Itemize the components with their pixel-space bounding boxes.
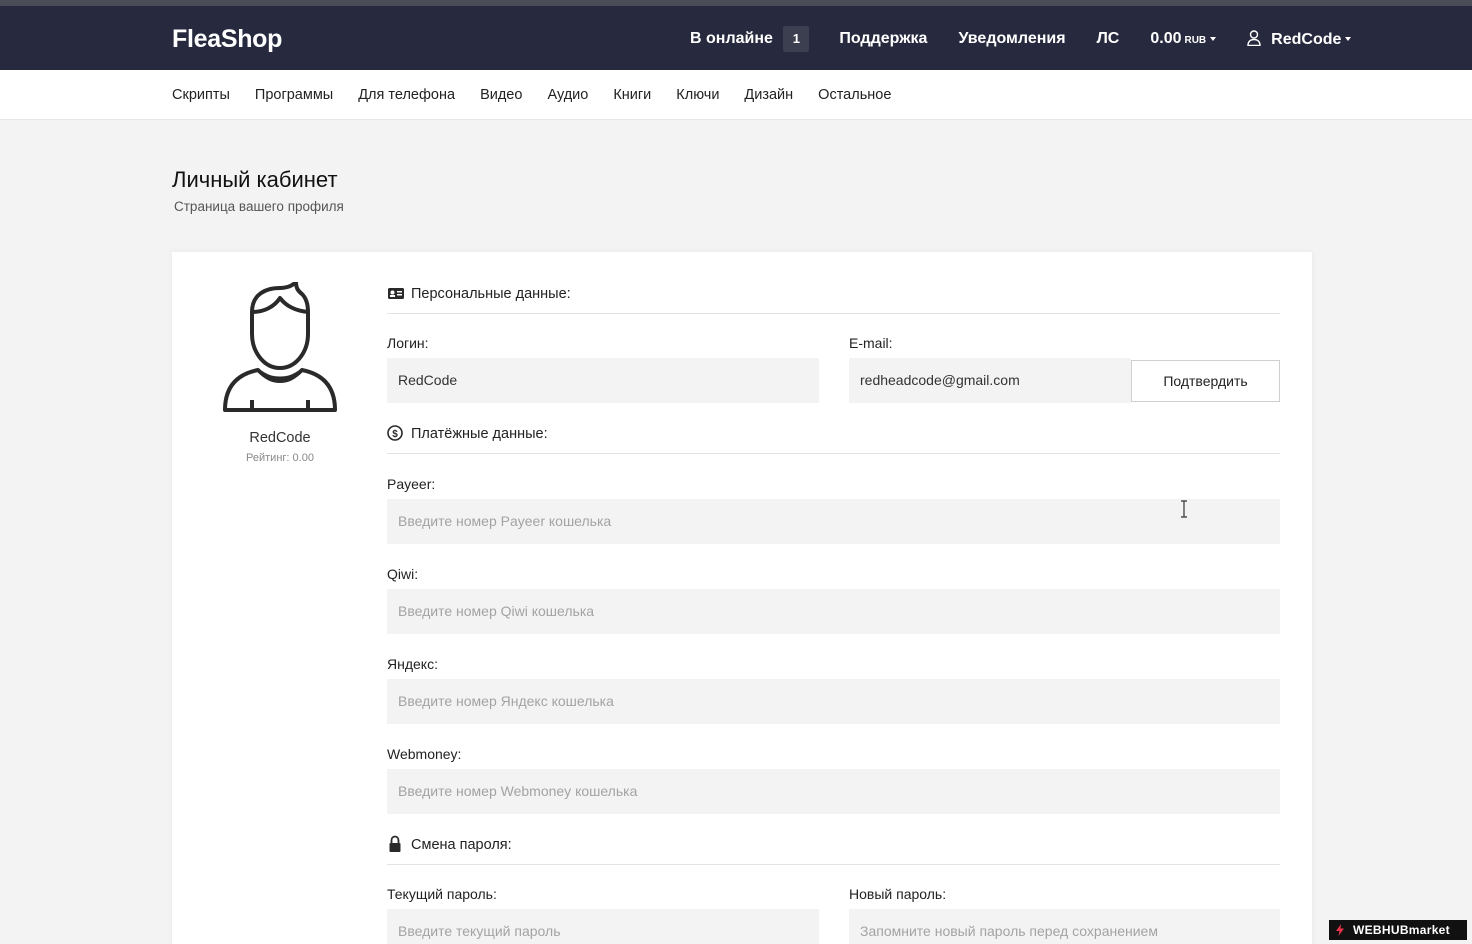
login-label: Логин: [387,335,429,351]
personal-data-heading: Персональные данные: [387,284,1280,314]
online-count-badge: 1 [783,26,810,52]
yandex-field[interactable]: Введите номер Яндекс кошелька [387,679,1280,724]
watermark-badge: WEBHUBmarket [1329,920,1467,940]
text-cursor-icon [1181,500,1187,518]
yandex-label: Яндекс: [387,656,438,672]
category-design[interactable]: Дизайн [744,87,793,103]
password-title: Смена пароля: [411,837,512,853]
online-link[interactable]: В онлайне 1 [690,26,810,52]
payment-data-title: Платёжные данные: [411,426,548,442]
page-subtitle: Страница вашего профиля [174,199,344,214]
category-programs[interactable]: Программы [255,87,333,103]
navbar-right: В онлайне 1 Поддержка Уведомления ЛС 0.0… [690,25,1352,53]
category-list: Скрипты Программы Для телефона Видео Ауд… [172,87,916,103]
password-heading: Смена пароля: [387,835,1280,865]
new-password-field[interactable]: Запомните новый пароль перед сохранением [849,909,1280,944]
personal-data-title: Персональные данные: [411,286,571,302]
payment-data-heading: $ Платёжные данные: [387,424,1280,454]
svg-text:$: $ [392,429,398,440]
payeer-field[interactable]: Введите номер Payeer кошелька [387,499,1280,544]
category-video[interactable]: Видео [480,87,522,103]
user-menu-dropdown[interactable]: RedCode [1247,29,1352,49]
qiwi-label: Qiwi: [387,566,419,582]
messages-link[interactable]: ЛС [1097,30,1120,48]
new-password-label: Новый пароль: [849,886,947,902]
category-bar: Скрипты Программы Для телефона Видео Ауд… [0,70,1472,120]
page-title: Личный кабинет [172,167,338,192]
balance-currency: RUB [1184,35,1207,46]
lock-icon [389,835,401,852]
category-scripts[interactable]: Скрипты [172,87,230,103]
profile-rating: Рейтинг: 0.00 [246,452,314,464]
support-link[interactable]: Поддержка [839,30,927,48]
dollar-circle-icon: $ [387,425,403,441]
webmoney-field[interactable]: Введите номер Webmoney кошелька [387,769,1280,814]
lightning-icon [1336,924,1344,936]
webmoney-label: Webmoney: [387,746,462,762]
user-icon [1247,29,1261,46]
user-name: RedCode [1271,30,1342,48]
category-books[interactable]: Книги [613,87,651,103]
profile-card: RedCode Рейтинг: 0.00 Персональные данны… [172,252,1312,944]
balance-amount: 0.00 [1150,30,1182,47]
chevron-down-icon [1345,37,1352,42]
balance-dropdown[interactable]: 0.00 RUB [1150,30,1217,48]
current-password-field[interactable]: Введите текущий пароль [387,909,819,944]
top-navbar: FleaShop В онлайне 1 Поддержка Уведомлен… [0,6,1472,70]
notifications-link[interactable]: Уведомления [958,30,1065,48]
category-other[interactable]: Остальное [818,87,891,103]
site-logo[interactable]: FleaShop [172,25,282,54]
current-password-label: Текущий пароль: [387,886,497,902]
payeer-label: Payeer: [387,476,436,492]
confirm-email-button[interactable]: Подтвердить [1131,360,1280,402]
qiwi-field[interactable]: Введите номер Qiwi кошелька [387,589,1280,634]
category-keys[interactable]: Ключи [676,87,719,103]
id-card-icon [388,288,404,299]
email-field[interactable]: redheadcode@gmail.com [849,358,1131,403]
online-label: В онлайне [690,30,773,47]
category-phone[interactable]: Для телефона [358,87,455,103]
category-audio[interactable]: Аудио [547,87,588,103]
email-label: E-mail: [849,335,893,351]
login-field[interactable]: RedCode [387,358,819,403]
avatar-icon [223,282,337,412]
watermark-text: WEBHUBmarket [1353,923,1450,937]
chevron-down-icon [1210,36,1217,41]
profile-name: RedCode [249,430,311,446]
